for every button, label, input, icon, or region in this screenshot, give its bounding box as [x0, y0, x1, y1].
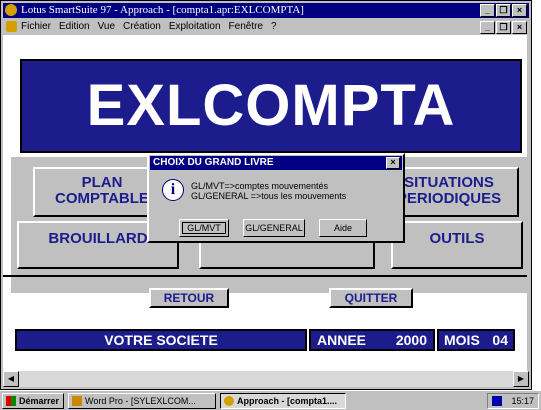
- task-approach-label: Approach - [compta1....: [237, 396, 338, 406]
- dialog-close-button[interactable]: ×: [386, 157, 400, 169]
- dialog-message: GL/MVT=>comptes mouvementés GL/GENERAL =…: [191, 181, 346, 201]
- outils-button[interactable]: OUTILS: [391, 221, 523, 269]
- doc-close-button[interactable]: ×: [512, 21, 527, 34]
- windows-flag-icon: [6, 396, 16, 406]
- window-controls: _ ❐ ×: [480, 4, 527, 17]
- dialog-title-bar[interactable]: CHOIX DU GRAND LIVRE ×: [150, 156, 402, 170]
- menu-fichier[interactable]: Fichier: [21, 19, 51, 34]
- choix-grand-livre-dialog: CHOIX DU GRAND LIVRE × i GL/MVT=>comptes…: [147, 153, 405, 243]
- information-icon: i: [162, 179, 184, 201]
- menu-edition[interactable]: Edition: [59, 19, 90, 34]
- app-banner: EXLCOMPTA: [20, 59, 522, 153]
- screen: Lotus SmartSuite 97 - Approach - [compta…: [0, 0, 541, 410]
- window-title: Lotus SmartSuite 97 - Approach - [compta…: [21, 4, 304, 16]
- dialog-message-line2: GL/GENERAL =>tous les mouvements: [191, 191, 347, 201]
- mois-label: MOIS: [444, 332, 480, 348]
- scroll-right-button[interactable]: ▶: [513, 371, 529, 387]
- mois-box: MOIS 04: [437, 329, 515, 351]
- approach-icon: [224, 396, 234, 406]
- annee-value: 2000: [395, 332, 427, 348]
- menu-creation[interactable]: Création: [123, 19, 161, 34]
- system-tray: 15:17: [487, 393, 539, 409]
- task-word-pro-label: Word Pro - [SYLEXLCOM...: [85, 396, 196, 406]
- menu-list: Fichier Edition Vue Création Exploitatio…: [21, 19, 277, 34]
- approach-window: Lotus SmartSuite 97 - Approach - [compta…: [0, 0, 532, 390]
- divider: [3, 275, 527, 277]
- banner-title: EXLCOMPTA: [86, 73, 456, 138]
- quitter-button[interactable]: QUITTER: [329, 288, 413, 308]
- dialog-title: CHOIX DU GRAND LIVRE: [153, 157, 274, 168]
- dialog-message-line1: GL/MVT=>comptes mouvementés: [191, 181, 329, 191]
- document-icon[interactable]: [6, 21, 17, 32]
- retour-button[interactable]: RETOUR: [149, 288, 229, 308]
- menu-vue[interactable]: Vue: [98, 19, 115, 34]
- maximize-button[interactable]: ❐: [496, 4, 511, 17]
- menu-exploitation[interactable]: Exploitation: [169, 19, 221, 34]
- annee-box: ANNEE 2000: [309, 329, 435, 351]
- start-button[interactable]: Démarrer: [2, 393, 64, 409]
- word-pro-icon: [72, 396, 82, 406]
- plan-comptable-label: PLAN COMPTABLE: [55, 174, 149, 207]
- annee-label: ANNEE: [317, 332, 367, 348]
- document-controls: _ ❐ ×: [480, 21, 527, 34]
- societe-box: VOTRE SOCIETE: [15, 329, 307, 351]
- start-label: Démarrer: [19, 396, 60, 406]
- taskbar: Démarrer Word Pro - [SYLEXLCOM... Approa…: [0, 390, 541, 410]
- situations-label: SITUATIONS PERIODIQUES: [396, 174, 502, 207]
- mois-value: 04: [492, 332, 508, 348]
- aide-button[interactable]: Aide: [319, 219, 367, 237]
- clock: 15:17: [511, 396, 534, 406]
- scroll-left-button[interactable]: ◀: [3, 371, 19, 387]
- tray-icon[interactable]: [492, 396, 502, 406]
- title-bar[interactable]: Lotus SmartSuite 97 - Approach - [compta…: [3, 3, 529, 18]
- menu-bar: Fichier Edition Vue Création Exploitatio…: [3, 19, 529, 34]
- task-approach[interactable]: Approach - [compta1....: [220, 393, 346, 409]
- menu-fenetre[interactable]: Fenêtre: [229, 19, 263, 34]
- task-word-pro[interactable]: Word Pro - [SYLEXLCOM...: [68, 393, 216, 409]
- doc-maximize-button[interactable]: ❐: [496, 21, 511, 34]
- gl-general-button[interactable]: GL/GENERAL: [243, 219, 305, 237]
- horizontal-scrollbar[interactable]: ◀ ▶: [3, 371, 529, 387]
- gl-mvt-button[interactable]: GL/MVT: [179, 219, 229, 237]
- close-button[interactable]: ×: [512, 4, 527, 17]
- minimize-button[interactable]: _: [480, 4, 495, 17]
- menu-help[interactable]: ?: [271, 19, 277, 34]
- brouillard-label: BROUILLARD: [48, 230, 148, 247]
- outils-label: OUTILS: [429, 230, 485, 247]
- doc-minimize-button[interactable]: _: [480, 21, 495, 34]
- lotus-approach-icon: [5, 4, 17, 16]
